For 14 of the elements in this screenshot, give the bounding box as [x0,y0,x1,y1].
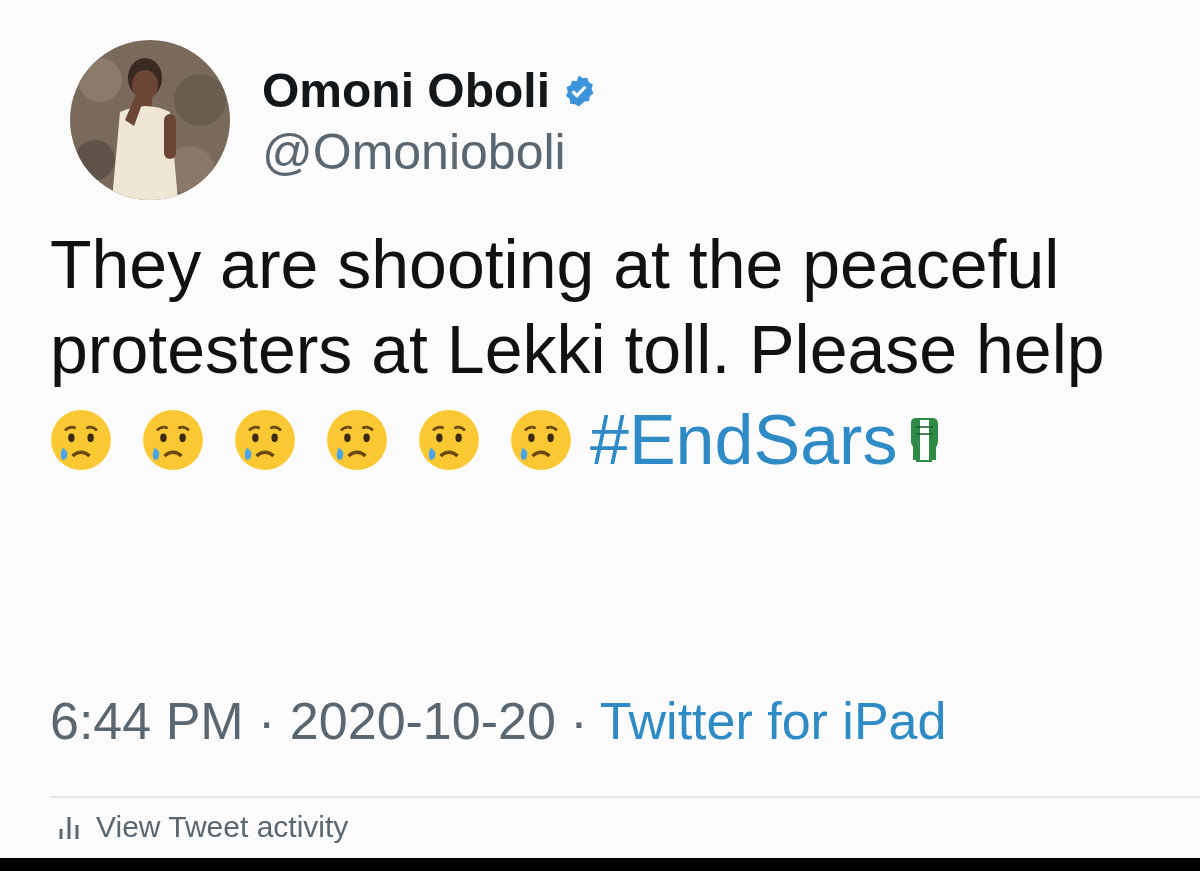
timestamp: 6:44 PM · 2020-10-20 · [50,695,588,747]
bar-chart-icon [58,815,80,839]
crying-face-icon [142,409,204,471]
author-handle[interactable]: @Omonioboli [262,127,596,177]
view-activity-link[interactable]: View Tweet activity [96,812,349,842]
crying-face-icon [234,409,296,471]
crying-face-icon [326,409,388,471]
crying-face-icon [50,409,112,471]
author-name[interactable]: Omoni Oboli [262,67,550,115]
hashtag-link[interactable]: #EndSars [590,405,898,475]
source-link[interactable]: Twitter for iPad [599,695,947,747]
tweet-text: They are shooting at the peaceful protesters at Lekki toll. Please help [49,225,1106,389]
crying-face-icon [418,409,480,471]
crying-face-icon [510,409,572,471]
